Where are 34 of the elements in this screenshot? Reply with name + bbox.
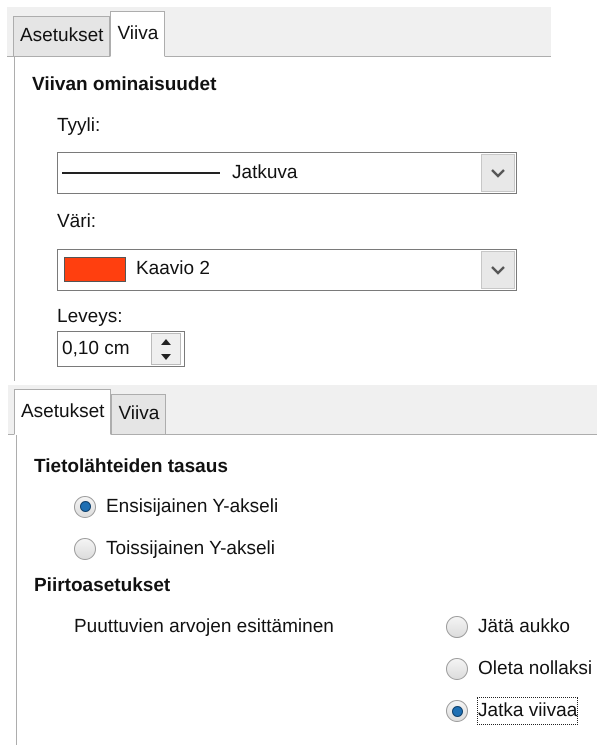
- radio-label[interactable]: Jätä aukko: [478, 614, 570, 640]
- tab[interactable]: Asetukset: [14, 389, 112, 435]
- down-arrow-icon: [161, 354, 171, 360]
- option-label: Puuttuvien arvojen esittäminen: [74, 615, 335, 639]
- chevron-down-icon: [491, 168, 505, 178]
- radio-label[interactable]: Ensisijainen Y-akseli: [106, 494, 278, 520]
- radio-label[interactable]: Oleta nollaksi: [478, 656, 592, 682]
- color-dropdown[interactable]: Kaavio 2: [57, 248, 517, 290]
- dropdown-toggle[interactable]: [481, 250, 515, 288]
- line-style-dropdown[interactable]: Jatkuva: [57, 152, 517, 194]
- dropdown-toggle[interactable]: [481, 154, 515, 192]
- radio-button[interactable]: [446, 700, 468, 722]
- radio-button[interactable]: [446, 616, 468, 638]
- dropdown-value: Jatkuva: [232, 160, 298, 185]
- section-heading: Tietolähteiden tasaus: [34, 455, 228, 479]
- field-label: Leveys:: [57, 304, 122, 328]
- spin-buttons[interactable]: [151, 333, 181, 365]
- radio-label[interactable]: Jatka viivaa: [478, 698, 578, 724]
- spin-value: 0,10 cm: [62, 336, 130, 361]
- width-spin-field[interactable]: 0,10 cm: [57, 331, 185, 367]
- tab[interactable]: Viiva: [111, 394, 166, 434]
- tab[interactable]: Asetukset: [13, 16, 110, 56]
- tab[interactable]: Viiva: [110, 11, 166, 57]
- field-label: Väri:: [57, 210, 96, 234]
- dropdown-value: Kaavio 2: [136, 257, 210, 282]
- chevron-down-icon: [491, 264, 505, 274]
- field-label: Tyyli:: [57, 114, 100, 138]
- radio-label[interactable]: Toissijainen Y-akseli: [106, 536, 275, 562]
- section-heading: Viivan ominaisuudet: [32, 73, 216, 97]
- up-arrow-icon: [161, 338, 171, 344]
- section-heading: Piirtoasetukset: [34, 574, 170, 598]
- radio-button[interactable]: [74, 496, 96, 518]
- radio-button[interactable]: [74, 538, 96, 560]
- radio-button[interactable]: [446, 658, 468, 680]
